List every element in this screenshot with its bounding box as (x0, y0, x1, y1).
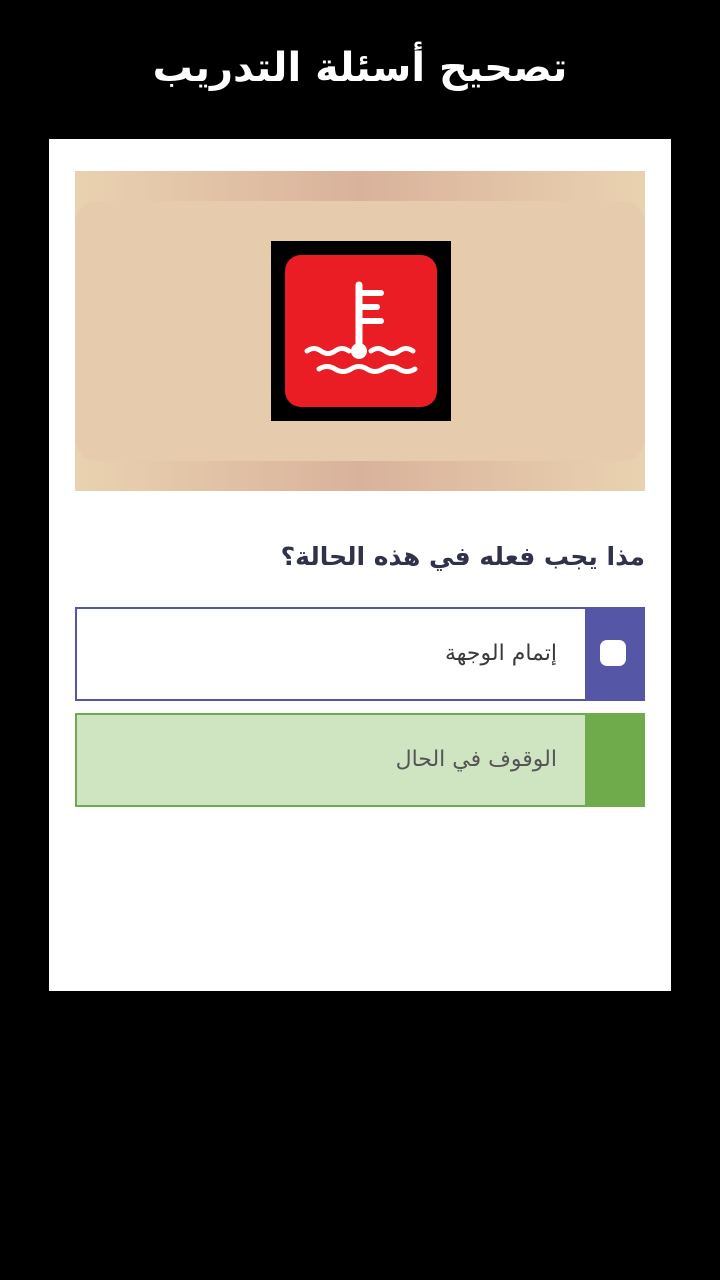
coolant-temperature-warning-icon (285, 255, 437, 407)
answer-option-1[interactable]: إتمام الوجهة (75, 607, 645, 701)
answer-option-2-indicator (585, 713, 645, 807)
question-image (75, 171, 645, 491)
answer-option-2-label: الوقوف في الحال (395, 747, 557, 772)
page-title: تصحيح أسئلة التدريب (152, 45, 568, 91)
answer-option-1-label: إتمام الوجهة (445, 641, 557, 666)
answer-option-2-correct[interactable]: الوقوف في الحال (75, 713, 645, 807)
question-card: مذا يجب فعله في هذه الحالة؟ إتمام الوجهة… (49, 139, 671, 991)
answer-option-1-selector[interactable] (585, 607, 645, 701)
warning-sign-frame (271, 241, 451, 421)
question-text: مذا يجب فعله في هذه الحالة؟ (280, 542, 645, 571)
checkbox-icon[interactable] (600, 640, 626, 666)
